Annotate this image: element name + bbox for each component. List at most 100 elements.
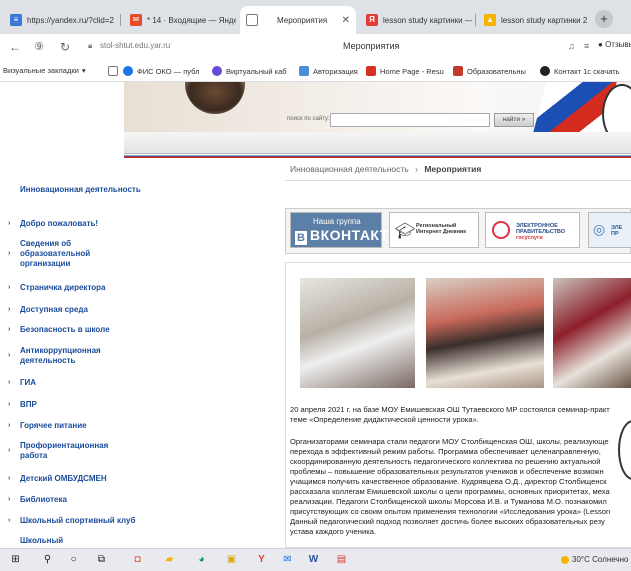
yandex-icon[interactable]: Y — [254, 552, 269, 567]
tab-label: * 14 · Входящие — Яндек — [147, 15, 236, 25]
arrow-right-icon: › — [8, 284, 11, 291]
breadcrumb-parent-link[interactable]: Инновационная деятельность — [290, 164, 409, 174]
bookmark-authorization[interactable]: Авторизация — [299, 66, 358, 76]
vk-banner-line1: Наша группа — [313, 217, 361, 226]
tab-yandex[interactable]: ≡ https://yandex.ru/?clid=2 — [4, 6, 116, 34]
arrow-right-icon: › — [8, 220, 11, 227]
close-tab-icon[interactable]: ✕ — [338, 15, 350, 26]
seminar-photo-3[interactable] — [553, 278, 631, 388]
sidebar-item-label: Горячее питание — [20, 421, 87, 430]
breadcrumb-divider — [285, 180, 631, 181]
article-line: рассказала коллегам Емишевской школы о ц… — [290, 487, 610, 496]
breadcrumb-separator: › — [415, 164, 418, 174]
cortana-icon[interactable]: ○ — [66, 552, 81, 567]
page-icon — [246, 14, 258, 26]
sun-icon — [561, 555, 569, 564]
fis-oko-icon — [123, 66, 133, 76]
bookmark-page[interactable] — [108, 66, 122, 76]
tab-lesson-study-2[interactable]: ▲ lesson study картинки 2 — [478, 6, 590, 34]
bookmark-education[interactable]: Образовательны — [453, 66, 526, 76]
bookmark-fis-oko[interactable]: ФИС ОКО — публ — [123, 66, 199, 76]
arrow-right-icon: › — [8, 517, 11, 524]
lock-icon: 🔒︎ — [88, 41, 93, 50]
bookmark-contact[interactable]: Контакт 1с скачать — [540, 66, 620, 76]
arrow-right-icon: › — [8, 496, 11, 503]
arrow-right-icon: › — [8, 401, 11, 408]
seminar-photo-2[interactable] — [426, 278, 544, 388]
cabinet-icon — [212, 66, 222, 76]
bookmark-label: Home Page - Resu — [380, 66, 444, 76]
reviews-button[interactable]: ● Отзывы — [598, 40, 631, 49]
article-line: 20 апреля 2021 г. на базе МОУ Емишевская… — [290, 405, 610, 414]
article-line: Данный педагогический подход позволяет д… — [290, 517, 605, 526]
article-line: реализации. Педагоги Столбищенской школы… — [290, 497, 607, 506]
arrow-right-icon: › — [8, 250, 11, 257]
store-icon[interactable]: ▣ — [224, 552, 239, 567]
bookmark-visual[interactable]: Визуальные закладки ▾ — [3, 66, 86, 75]
egov-banner[interactable]: ЭЛЕКТРОННОЕ ПРАВИТЕЛЬСТВО госуслуги — [485, 212, 580, 248]
contact-icon — [540, 66, 550, 76]
back-arrow-icon[interactable]: ← — [6, 38, 24, 56]
search-label: поиск по сайту: — [287, 116, 330, 122]
sidebar-item-label: Сведения об образовательной организации — [20, 239, 91, 268]
article-line: устава каждого ученика. — [290, 527, 377, 536]
search-button[interactable]: найти » — [494, 113, 534, 127]
sidebar-item-label: Безопасность в школе — [20, 325, 110, 334]
edge-icon[interactable]: ◕ — [194, 552, 209, 567]
arrow-right-icon: › — [8, 379, 11, 386]
bookmark-label: Образовательны — [467, 66, 526, 76]
breadcrumb: Инновационная деятельность › Мероприятия — [290, 164, 481, 174]
vk-logo-icon: В — [295, 231, 307, 245]
search-strip — [124, 132, 631, 154]
vk-banner-line2: ВКОНТАКТЕ — [310, 227, 399, 243]
gos-banner-text: ЭЛЕ ПР — [611, 225, 623, 237]
search-icon[interactable]: ⚲ — [40, 552, 55, 567]
diary-banner-text: Региональный Интернет Дневник — [416, 223, 467, 235]
article-line: присутствующих со своим опытом применени… — [290, 507, 611, 516]
bookmark-virtual-cabinet[interactable]: Виртуальный каб — [212, 66, 287, 76]
paint-icon[interactable]: ▤ — [334, 552, 349, 567]
tab-events[interactable]: Мероприятия ✕ — [240, 6, 356, 34]
menu-icon[interactable]: ≡ — [584, 41, 589, 51]
tricolor-line — [124, 154, 631, 158]
egov-logo-icon — [492, 221, 510, 239]
bookmark-home-page[interactable]: Home Page - Resu — [366, 66, 444, 76]
reload-icon[interactable]: ↻ — [56, 38, 74, 56]
tab-separator — [475, 14, 476, 26]
reviews-bullet-icon: ● — [598, 40, 603, 49]
breadcrumb-current: Мероприятия — [424, 164, 482, 174]
chevron-down-icon: ▾ — [81, 66, 86, 75]
yandex-images-icon: ▲ — [484, 14, 496, 26]
sidebar-item-label: ВПР — [20, 400, 37, 409]
bookmark-label: Контакт 1с скачать — [554, 66, 620, 76]
vk-group-banner[interactable]: Наша группа В ВКОНТАКТЕ — [290, 212, 398, 248]
gos-banner[interactable]: ◎ ЭЛЕ ПР — [588, 212, 631, 248]
arrow-right-icon: › — [8, 326, 11, 333]
bookmark-label: Виртуальный каб — [226, 66, 287, 76]
site-search-input[interactable] — [330, 113, 490, 127]
explorer-icon[interactable]: ▰ — [162, 552, 177, 567]
word-icon[interactable]: W — [306, 552, 321, 567]
tab-label: https://yandex.ru/?clid=2 — [27, 15, 114, 25]
article-line: перехода в эффективный режим работы. Про… — [290, 447, 601, 456]
bookmark-label: Визуальные закладки — [3, 66, 79, 75]
seminar-photo-1[interactable] — [300, 278, 415, 388]
tab-lesson-study-1[interactable]: Я lesson study картинки — — [360, 6, 472, 34]
reviews-label: Отзывы — [605, 40, 631, 49]
task-view-icon[interactable]: ⧉ — [94, 552, 109, 567]
new-tab-button[interactable]: + — [595, 10, 613, 28]
sidebar-item-label: Школьный спортивный клуб — [20, 516, 136, 525]
windows-start-icon[interactable]: ⊞ — [8, 552, 23, 567]
education-icon — [453, 66, 463, 76]
office-icon[interactable]: ◘ — [130, 552, 145, 567]
home-page-icon — [366, 66, 376, 76]
diary-banner[interactable]: 🎓︎ Региональный Интернет Дневник — [389, 212, 479, 248]
tab-mail[interactable]: ✉ * 14 · Входящие — Яндек — [124, 6, 236, 34]
page-title: Мероприятия — [343, 41, 400, 51]
egov-line3: госуслуги — [516, 235, 543, 241]
sidebar-item-label: Антикоррупционная деятельность — [20, 346, 101, 365]
weather-widget[interactable]: 30°C Солнечно — [561, 555, 628, 564]
yandex-home-icon[interactable]: ⑨ — [30, 38, 48, 56]
reader-icon[interactable]: ♫ — [568, 41, 575, 51]
mail-icon[interactable]: ✉ — [280, 552, 295, 567]
